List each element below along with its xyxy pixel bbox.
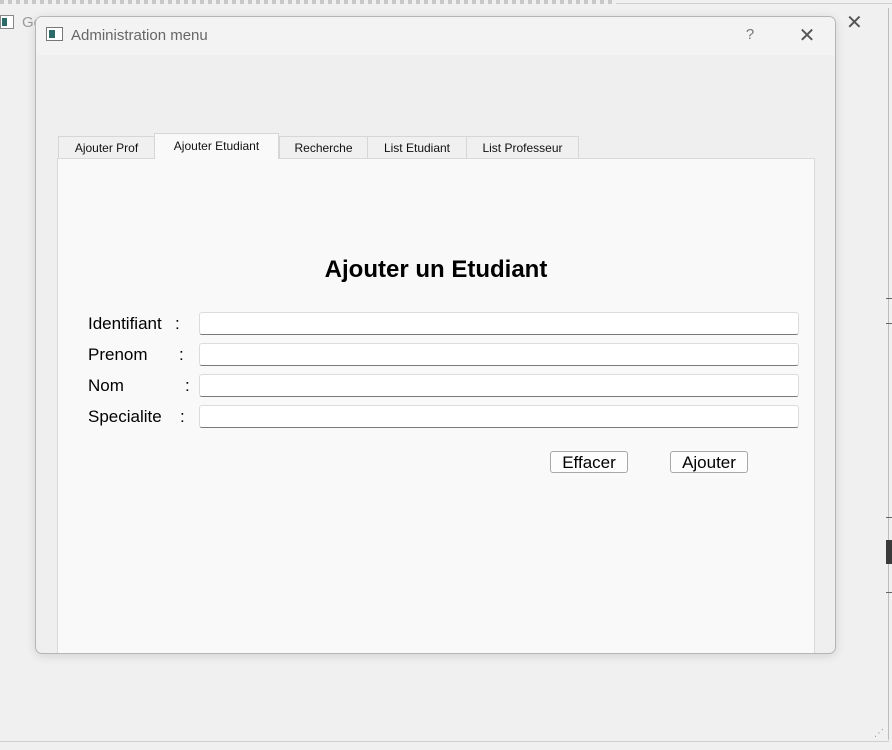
- specialite-colon: :: [180, 407, 185, 426]
- identifiant-field[interactable]: [199, 312, 799, 335]
- identifiant-colon: :: [175, 314, 180, 333]
- background-divider: [0, 741, 889, 742]
- background-edge: [616, 0, 892, 4]
- administration-dialog: Administration menu ? ✕ Ajouter Prof Ajo…: [35, 16, 836, 654]
- prenom-field[interactable]: [199, 343, 799, 366]
- tab-list-professeur[interactable]: List Professeur: [466, 136, 579, 158]
- tab-recherche[interactable]: Recherche: [279, 136, 368, 158]
- tab-ajouter-etudiant[interactable]: Ajouter Etudiant: [154, 133, 279, 159]
- resize-grip-icon[interactable]: ⋰: [874, 728, 886, 740]
- background-widget-edge: [886, 592, 892, 593]
- nom-field[interactable]: [199, 374, 799, 397]
- background-widget-edge: [886, 298, 892, 299]
- add-button[interactable]: Ajouter: [670, 451, 748, 473]
- dialog-title: Administration menu: [71, 27, 208, 44]
- close-icon[interactable]: ✕: [846, 10, 863, 35]
- form-row-nom: Nom :: [88, 374, 808, 398]
- prenom-colon: :: [179, 345, 184, 364]
- nom-label: Nom: [88, 376, 124, 395]
- background-toolbar-edge: [0, 0, 616, 4]
- tab-list-etudiant[interactable]: List Etudiant: [367, 136, 467, 158]
- specialite-field[interactable]: [199, 405, 799, 428]
- form-title: Ajouter un Etudiant: [324, 256, 548, 283]
- tab-ajouter-prof[interactable]: Ajouter Prof: [58, 136, 155, 158]
- prenom-label: Prenom: [88, 345, 148, 364]
- background-widget-edge: [886, 540, 892, 564]
- dialog-titlebar[interactable]: Administration menu ? ✕: [36, 17, 835, 55]
- background-widget-edge: [886, 323, 892, 324]
- close-button[interactable]: ✕: [796, 23, 818, 47]
- nom-colon: :: [185, 376, 190, 395]
- window-icon: [46, 27, 63, 41]
- app-icon: [0, 15, 14, 29]
- help-button[interactable]: ?: [740, 26, 760, 46]
- clear-button[interactable]: Effacer: [550, 451, 628, 473]
- form-row-prenom: Prenom :: [88, 343, 808, 367]
- background-widget-edge: [886, 517, 892, 518]
- specialite-label: Specialite: [88, 407, 162, 426]
- background-divider: [888, 8, 889, 740]
- form-row-identifiant: Identifiant :: [88, 312, 808, 336]
- identifiant-label: Identifiant: [88, 314, 162, 333]
- form-row-specialite: Specialite :: [88, 405, 808, 429]
- tab-pane-ajouter-etudiant: Ajouter un Etudiant Identifiant : Prenom…: [57, 158, 815, 653]
